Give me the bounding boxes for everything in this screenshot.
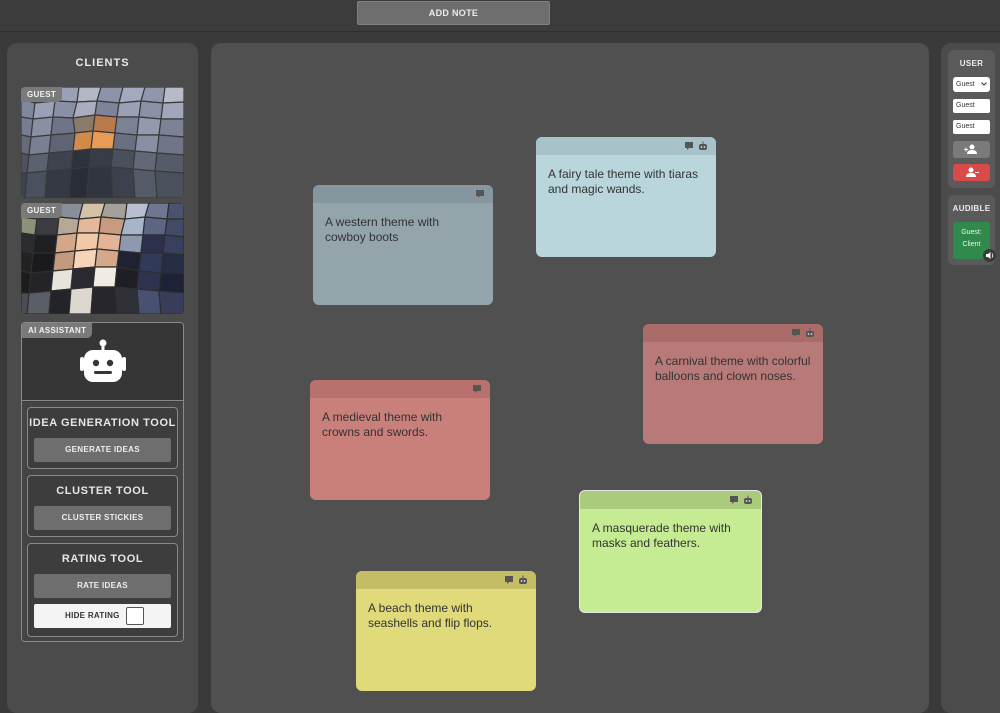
sticky-note-text: A masquerade theme with masks and feathe… <box>592 521 731 550</box>
audible-panel: AUDIBLE Guest: Client <box>948 195 996 265</box>
clients-panel: CLIENTS GUEST GUEST AI ASSISTANT IDEA GE… <box>7 43 198 713</box>
ai-assistant-header: AI ASSISTANT <box>22 323 183 401</box>
top-toolbar: ADD NOTE <box>0 0 1000 32</box>
sticky-note-text: A beach theme with seashells and flip fl… <box>368 601 493 630</box>
chevron-down-icon <box>981 82 987 86</box>
user-panel: USER Guest Guest Guest <box>948 50 995 188</box>
clients-title: CLIENTS <box>75 57 130 69</box>
sticky-board[interactable]: A western theme with cowboy boots A fair… <box>211 43 929 713</box>
client-video-1: GUEST <box>21 87 184 198</box>
sticky-note-selected[interactable]: A masquerade theme with masks and feathe… <box>579 490 762 613</box>
comment-icon[interactable] <box>791 328 801 338</box>
sticky-note-text: A medieval theme with crowns and swords. <box>322 410 443 439</box>
rate-ideas-button[interactable]: RATE IDEAS <box>34 574 171 598</box>
comment-icon[interactable] <box>475 189 485 199</box>
sticky-note[interactable]: A carnival theme with colorful balloons … <box>643 324 823 444</box>
robot-icon[interactable] <box>698 141 708 151</box>
add-user-icon <box>964 144 977 154</box>
user-role-field[interactable]: Guest <box>953 120 990 134</box>
cluster-tool-title: CLUSTER TOOL <box>56 485 149 497</box>
sticky-note-text: A carnival theme with colorful balloons … <box>655 354 811 383</box>
sticky-note[interactable]: A fairy tale theme with tiaras and magic… <box>536 137 716 257</box>
robot-icon <box>80 339 126 382</box>
client-video-2: GUEST <box>21 203 184 314</box>
cluster-tool: CLUSTER TOOL CLUSTER STICKIES <box>27 475 178 537</box>
cluster-stickies-button[interactable]: CLUSTER STICKIES <box>34 506 171 530</box>
audible-title: AUDIBLE <box>952 204 991 213</box>
generate-ideas-button[interactable]: GENERATE IDEAS <box>34 438 171 462</box>
remove-user-button[interactable] <box>953 164 990 181</box>
add-note-button[interactable]: ADD NOTE <box>357 1 550 25</box>
idea-generation-tool: IDEA GENERATION TOOL GENERATE IDEAS <box>27 407 178 469</box>
audible-client-label: Guest: Client <box>961 229 982 248</box>
mosaic-video-feed <box>21 87 184 198</box>
ai-tools: IDEA GENERATION TOOL GENERATE IDEAS CLUS… <box>22 402 183 641</box>
sticky-note-text: A western theme with cowboy boots <box>325 215 440 244</box>
comment-icon[interactable] <box>684 141 694 151</box>
guest-tag: GUEST <box>21 203 63 218</box>
add-user-button[interactable] <box>953 141 990 158</box>
robot-icon[interactable] <box>743 495 753 505</box>
user-select-value: Guest <box>956 81 975 88</box>
hide-rating-checkbox[interactable] <box>126 607 144 625</box>
sticky-note[interactable]: A beach theme with seashells and flip fl… <box>356 571 536 691</box>
idea-generation-title: IDEA GENERATION TOOL <box>29 417 176 429</box>
ai-assistant-tag: AI ASSISTANT <box>22 323 93 338</box>
sticky-note-header[interactable] <box>310 380 490 398</box>
comment-icon[interactable] <box>729 495 739 505</box>
user-title: USER <box>959 59 984 68</box>
comment-icon[interactable] <box>504 575 514 585</box>
hide-rating-toggle[interactable]: HIDE RATING <box>34 604 171 628</box>
mosaic-video-feed <box>21 203 184 314</box>
guest-tag: GUEST <box>21 87 63 102</box>
speaker-icon <box>983 249 996 262</box>
audible-client-card[interactable]: Guest: Client <box>953 222 996 262</box>
sticky-note-header[interactable] <box>313 185 493 203</box>
ai-assistant-panel: AI ASSISTANT IDEA GENERATION TOOL GENERA… <box>21 322 184 642</box>
robot-icon[interactable] <box>518 575 528 585</box>
rating-tool-title: RATING TOOL <box>61 553 144 565</box>
user-select[interactable]: Guest <box>953 77 990 92</box>
sticky-note[interactable]: A medieval theme with crowns and swords. <box>310 380 490 500</box>
sticky-note[interactable]: A western theme with cowboy boots <box>313 185 493 305</box>
rating-tool: RATING TOOL RATE IDEAS HIDE RATING <box>27 543 178 637</box>
sticky-note-text: A fairy tale theme with tiaras and magic… <box>548 167 699 196</box>
robot-icon[interactable] <box>805 328 815 338</box>
comment-icon[interactable] <box>472 384 482 394</box>
user-name-field[interactable]: Guest <box>953 99 990 113</box>
hide-rating-label: HIDE RATING <box>65 611 120 620</box>
remove-user-icon <box>966 167 979 177</box>
user-sidebar: USER Guest Guest Guest AUDIBLE Guest: Cl… <box>941 43 1000 713</box>
